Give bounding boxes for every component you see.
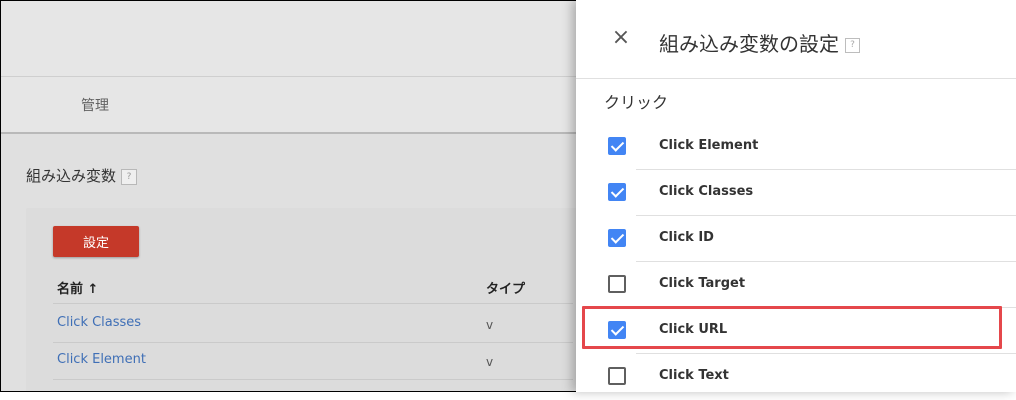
column-header-name[interactable]: 名前 ↑	[57, 278, 98, 297]
variable-item-click-target[interactable]: Click Target	[576, 262, 1016, 308]
row-divider	[53, 342, 573, 343]
variable-item-click-id[interactable]: Click ID	[576, 216, 1016, 262]
variable-label: Click Element	[659, 138, 759, 153]
checkbox-checked[interactable]	[608, 137, 626, 155]
variable-item-click-text[interactable]: Click Text	[576, 354, 1016, 400]
checkbox-checked[interactable]	[608, 229, 626, 247]
variable-label: Click Target	[659, 276, 746, 291]
variable-item-click-classes[interactable]: Click Classes	[576, 170, 1016, 216]
column-header-type[interactable]: タイプ	[486, 278, 525, 297]
help-icon[interactable]: ?	[845, 38, 860, 53]
panel-title-text: 組み込み変数の設定	[659, 32, 839, 56]
table-row-type: v	[486, 355, 494, 369]
section-title-text: 組み込み変数	[26, 167, 117, 185]
checkbox-unchecked[interactable]	[608, 367, 626, 385]
checkbox-unchecked[interactable]	[608, 275, 626, 293]
group-title-click: クリック	[604, 93, 669, 112]
checkbox-checked[interactable]	[608, 183, 626, 201]
variable-label: Click Text	[659, 368, 729, 383]
table-row-name-link[interactable]: Click Classes	[57, 315, 141, 330]
help-icon[interactable]: ?	[121, 168, 138, 185]
close-icon[interactable]: ×	[610, 27, 632, 49]
table-row-name-link[interactable]: Click Element	[57, 352, 146, 367]
panel-title: 組み込み変数の設定?	[659, 28, 860, 57]
configure-button[interactable]: 設定	[53, 226, 139, 257]
variable-label: Click ID	[659, 230, 714, 245]
row-divider	[53, 379, 573, 380]
section-title: 組み込み変数?	[26, 165, 138, 186]
variable-item-click-element[interactable]: Click Element	[576, 124, 1016, 170]
table-row-type: v	[486, 318, 494, 332]
row-divider	[53, 303, 573, 304]
variable-label: Click Classes	[659, 184, 754, 199]
highlight-box	[582, 306, 1002, 349]
panel-header: × 組み込み変数の設定?	[576, 0, 1016, 79]
nav-admin-tab[interactable]: 管理	[81, 95, 109, 115]
